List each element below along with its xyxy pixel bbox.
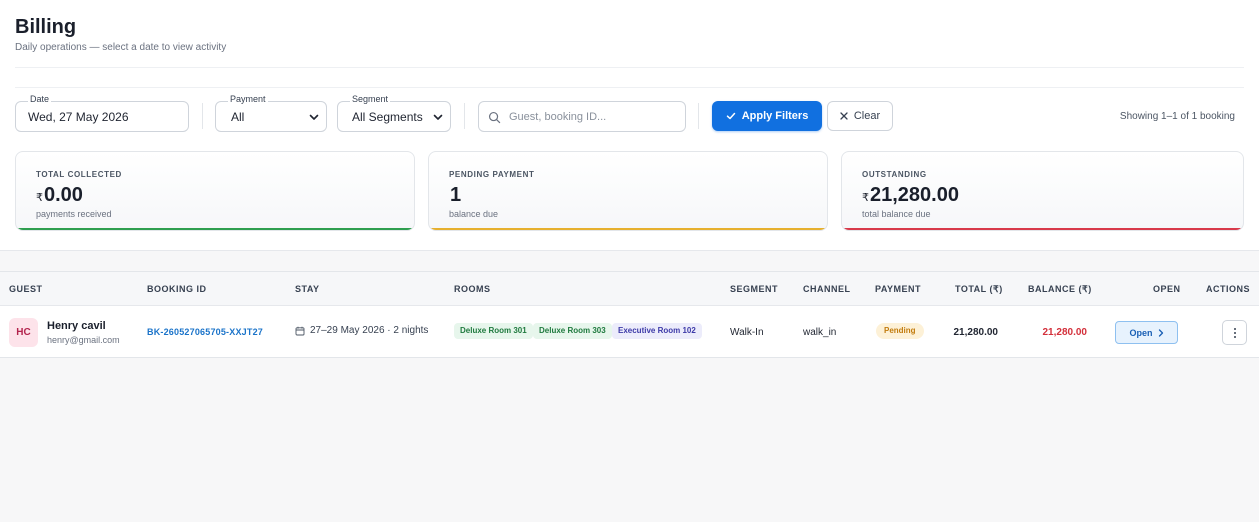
card-subtext: payments received: [36, 209, 112, 219]
column-header-guest: GUEST: [9, 284, 43, 294]
card-accent-bar: [429, 228, 827, 230]
booking-id-link[interactable]: BK-260527065705-XXJT27: [147, 327, 263, 337]
divider: [202, 103, 203, 129]
divider: [698, 103, 699, 129]
search-field[interactable]: [478, 101, 686, 132]
avatar: HC: [9, 318, 38, 347]
card-value: ₹21,280.00: [862, 184, 959, 207]
guest-email: henry@gmail.com: [47, 335, 120, 345]
more-vertical-icon: [1233, 327, 1236, 338]
divider: [464, 103, 465, 129]
room-tag: Executive Room 102: [612, 323, 702, 339]
billing-table: GUEST BOOKING ID STAY ROOMS SEGMENT CHAN…: [0, 271, 1259, 358]
apply-filters-label: Apply Filters: [741, 110, 809, 122]
segment-select[interactable]: All Segments: [337, 101, 451, 132]
payment-select[interactable]: All: [215, 101, 327, 132]
column-header-channel: CHANNEL: [803, 284, 851, 294]
card-value: 1: [449, 184, 461, 207]
card-accent-bar: [16, 228, 414, 230]
summary-card-outstanding: OUTSTANDING ₹21,280.00 total balance due: [841, 151, 1244, 231]
search-input[interactable]: [509, 108, 679, 126]
clear-button[interactable]: Clear: [827, 101, 893, 131]
room-tag: Deluxe Room 301: [454, 323, 533, 339]
results-count: Showing 1–1 of 1 booking: [1119, 111, 1235, 122]
card-label: PENDING PAYMENT: [449, 170, 535, 179]
segment-value: Walk-In: [730, 327, 764, 338]
payment-status-badge: Pending: [876, 323, 924, 339]
stay-text: 27–29 May 2026 · 2 nights: [310, 325, 429, 336]
chevron-down-icon: [433, 114, 443, 120]
column-header-stay: STAY: [295, 284, 320, 294]
filters-panel: Billing Daily operations — select a date…: [0, 0, 1259, 251]
balance-amount: 21,280.00: [1042, 327, 1088, 338]
card-value: ₹0.00: [36, 184, 83, 207]
currency-symbol: ₹: [36, 192, 43, 204]
card-accent-bar: [842, 228, 1243, 230]
calendar-icon: [295, 326, 305, 335]
summary-card-total-collected: TOTAL COLLECTED ₹0.00 payments received: [15, 151, 415, 231]
summary-card-pending-payment: PENDING PAYMENT 1 balance due: [428, 151, 828, 231]
card-label: TOTAL COLLECTED: [36, 170, 122, 179]
currency-symbol: ₹: [862, 192, 869, 204]
total-amount: 21,280.00: [953, 327, 999, 338]
segment-label: Segment: [350, 94, 391, 104]
payment-label: Payment: [228, 94, 268, 104]
column-header-balance: BALANCE (₹): [1028, 284, 1092, 294]
card-subtext: balance due: [449, 209, 499, 219]
column-header-actions: ACTIONS: [1206, 284, 1250, 294]
date-field[interactable]: Wed, 27 May 2026: [15, 101, 189, 132]
card-amount: 0.00: [44, 184, 83, 206]
page-title: Billing: [15, 16, 77, 38]
open-booking-button[interactable]: Open: [1115, 321, 1178, 344]
segment-select-value: All Segments: [352, 110, 423, 124]
table-row[interactable]: HC Henry cavil henry@gmail.com BK-260527…: [0, 306, 1259, 358]
channel-value: walk_in: [803, 327, 837, 338]
date-value: Wed, 27 May 2026: [28, 110, 129, 124]
card-subtext: total balance due: [862, 209, 931, 219]
stay-dates: 27–29 May 2026 · 2 nights: [295, 325, 428, 336]
table-header: GUEST BOOKING ID STAY ROOMS SEGMENT CHAN…: [0, 272, 1259, 306]
payment-select-value: All: [231, 110, 245, 124]
divider: [15, 67, 1244, 68]
apply-filters-button[interactable]: Apply Filters: [712, 101, 822, 131]
column-header-rooms: ROOMS: [454, 284, 491, 294]
card-amount: 1: [450, 184, 462, 206]
column-header-booking-id: BOOKING ID: [147, 284, 207, 294]
column-header-segment: SEGMENT: [730, 284, 779, 294]
room-tag: Deluxe Room 303: [533, 323, 612, 339]
date-label: Date: [28, 94, 52, 104]
chevron-down-icon: [309, 114, 319, 120]
actions-menu-button[interactable]: [1222, 320, 1247, 345]
open-label: Open: [1129, 327, 1153, 338]
clear-label: Clear: [853, 110, 881, 122]
guest-name: Henry cavil: [47, 320, 106, 332]
check-icon: [726, 112, 735, 120]
chevron-right-icon: [1158, 328, 1163, 337]
page-subtitle: Daily operations — select a date to view…: [15, 42, 227, 53]
column-header-open: OPEN: [1153, 284, 1181, 294]
card-label: OUTSTANDING: [862, 170, 927, 179]
column-header-payment: PAYMENT: [875, 284, 922, 294]
column-header-total: TOTAL (₹): [955, 284, 1003, 294]
search-icon: [488, 111, 501, 124]
card-amount: 21,280.00: [870, 184, 959, 206]
divider: [15, 87, 1244, 88]
close-icon: [840, 112, 848, 120]
